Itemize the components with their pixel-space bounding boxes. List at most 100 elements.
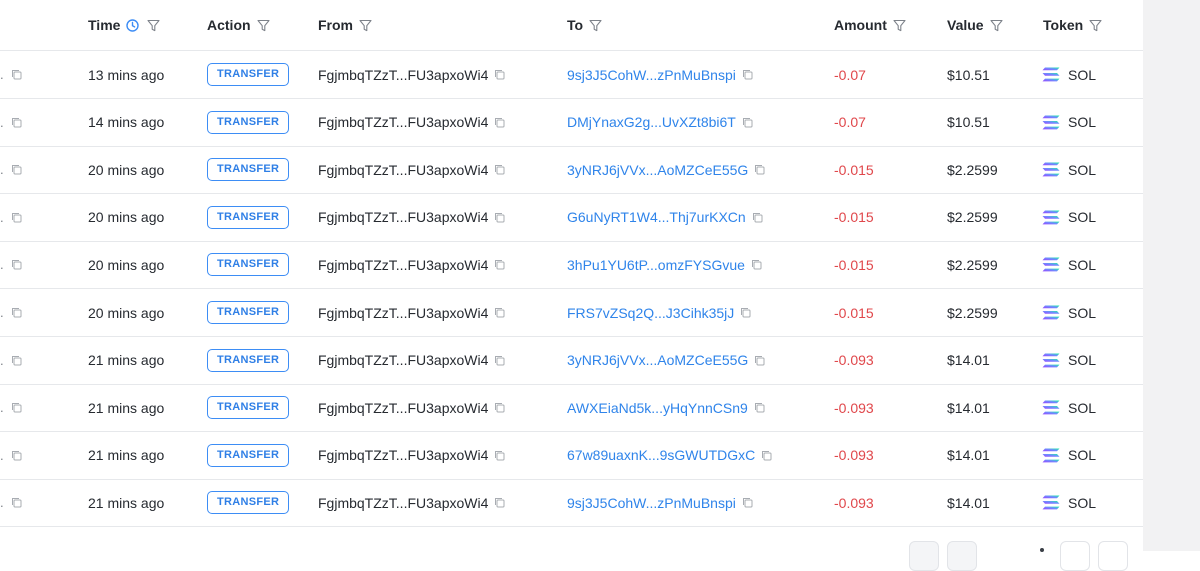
to-address-link[interactable]: 3yNRJ6jVVx...AoMZCeE55G [567, 162, 748, 178]
copy-icon[interactable] [11, 51, 22, 98]
token-cell[interactable]: SOL [1042, 241, 1096, 288]
to-address-link[interactable]: 3hPu1YU6tP...omzFYSGvue [567, 257, 745, 273]
copy-icon[interactable] [754, 355, 765, 366]
column-amount-label: Amount [834, 17, 887, 33]
copy-icon[interactable] [742, 117, 753, 128]
copy-icon[interactable] [494, 402, 505, 413]
token-cell[interactable]: SOL [1042, 337, 1096, 384]
copy-icon[interactable] [11, 479, 22, 526]
copy-icon[interactable] [494, 259, 505, 270]
filter-icon[interactable] [589, 19, 602, 32]
copy-icon[interactable] [494, 450, 505, 461]
copy-icon[interactable] [494, 212, 505, 223]
copy-icon[interactable] [11, 289, 22, 336]
hash-truncated: . [0, 257, 4, 273]
table-row[interactable]: . 14 mins ago TRANSFER FgjmbqTZzT...FU3apxo… [0, 99, 1143, 147]
column-token: Token [1043, 0, 1102, 50]
table-row[interactable]: . 21 mins ago TRANSFER FgjmbqTZzT...FU3apxo… [0, 479, 1143, 528]
token-cell[interactable]: SOL [1042, 51, 1096, 98]
copy-icon[interactable] [754, 164, 765, 175]
table-row[interactable]: . 20 mins ago TRANSFER FgjmbqTZzT...FU3apxo… [0, 241, 1143, 290]
token-cell[interactable]: SOL [1042, 194, 1096, 241]
to-address-link[interactable]: 3yNRJ6jVVx...AoMZCeE55G [567, 352, 748, 368]
time-cell: 20 mins ago [88, 304, 165, 321]
table-row[interactable]: . 20 mins ago TRANSFER FgjmbqTZzT...FU3apxo… [0, 194, 1143, 242]
to-address-link[interactable]: 67w89uaxnK...9sGWUTDGxC [567, 447, 755, 463]
copy-icon[interactable] [751, 259, 762, 270]
clock-icon[interactable] [126, 18, 140, 32]
pagination-first-button[interactable] [909, 541, 939, 571]
filter-icon[interactable] [1089, 19, 1102, 32]
to-address-link[interactable]: G6uNyRT1W4...Thj7urKXCn [567, 209, 746, 225]
from-cell: FgjmbqTZzT...FU3apxoWi4 [318, 384, 505, 431]
from-address[interactable]: FgjmbqTZzT...FU3apxoWi4 [318, 305, 488, 321]
to-address-link[interactable]: AWXEiaNd5k...yHqYnnCSn9 [567, 400, 748, 416]
from-address[interactable]: FgjmbqTZzT...FU3apxoWi4 [318, 352, 488, 368]
from-address[interactable]: FgjmbqTZzT...FU3apxoWi4 [318, 209, 488, 225]
from-address[interactable]: FgjmbqTZzT...FU3apxoWi4 [318, 495, 488, 511]
token-cell[interactable]: SOL [1042, 432, 1096, 479]
copy-icon[interactable] [752, 212, 763, 223]
copy-icon[interactable] [11, 384, 22, 431]
to-address-link[interactable]: 9sj3J5CohW...zPnMuBnspi [567, 495, 736, 511]
to-cell: FRS7vZSq2Q...J3Cihk35jJ [567, 289, 751, 336]
table-row[interactable]: . 21 mins ago TRANSFER FgjmbqTZzT...FU3apxo… [0, 384, 1143, 433]
from-address[interactable]: FgjmbqTZzT...FU3apxoWi4 [318, 400, 488, 416]
amount-cell: -0.093 [834, 352, 874, 369]
copy-icon[interactable] [494, 355, 505, 366]
token-cell[interactable]: SOL [1042, 479, 1096, 526]
table-row[interactable]: . 20 mins ago TRANSFER FgjmbqTZzT...FU3apxo… [0, 146, 1143, 195]
to-address-link[interactable]: DMjYnaxG2g...UvXZt8bi6T [567, 114, 736, 130]
copy-icon[interactable] [11, 146, 22, 193]
amount-cell: -0.07 [834, 66, 866, 83]
copy-icon[interactable] [740, 307, 751, 318]
to-address-link[interactable]: FRS7vZSq2Q...J3Cihk35jJ [567, 305, 734, 321]
scrollbar-track[interactable] [1143, 0, 1200, 551]
filter-icon[interactable] [990, 19, 1003, 32]
copy-icon[interactable] [494, 497, 505, 508]
table-row[interactable]: . 21 mins ago TRANSFER FgjmbqTZzT...FU3apxo… [0, 337, 1143, 385]
solana-icon [1042, 257, 1060, 272]
copy-icon[interactable] [11, 337, 22, 384]
from-cell: FgjmbqTZzT...FU3apxoWi4 [318, 194, 505, 241]
table-row[interactable]: . 20 mins ago TRANSFER FgjmbqTZzT...FU3apxo… [0, 289, 1143, 337]
token-cell[interactable]: SOL [1042, 384, 1096, 431]
column-action-label: Action [207, 17, 251, 33]
from-address[interactable]: FgjmbqTZzT...FU3apxoWi4 [318, 447, 488, 463]
copy-icon[interactable] [494, 117, 505, 128]
table-row[interactable]: . 13 mins ago TRANSFER FgjmbqTZzT...FU3apxo… [0, 51, 1143, 99]
filter-icon[interactable] [359, 19, 372, 32]
copy-icon[interactable] [11, 194, 22, 241]
copy-icon[interactable] [742, 69, 753, 80]
pagination-prev-button[interactable] [947, 541, 977, 571]
copy-icon[interactable] [11, 99, 22, 146]
copy-icon[interactable] [494, 164, 505, 175]
token-cell[interactable]: SOL [1042, 99, 1096, 146]
copy-icon[interactable] [761, 450, 772, 461]
filter-icon[interactable] [147, 19, 160, 32]
pagination-next-button[interactable] [1060, 541, 1090, 571]
column-amount: Amount [834, 0, 906, 50]
token-cell[interactable]: SOL [1042, 289, 1096, 336]
copy-icon[interactable] [11, 432, 22, 479]
from-address[interactable]: FgjmbqTZzT...FU3apxoWi4 [318, 257, 488, 273]
time-cell: 21 mins ago [88, 352, 165, 369]
copy-icon[interactable] [494, 69, 505, 80]
hash-truncated: . [0, 114, 4, 130]
from-address[interactable]: FgjmbqTZzT...FU3apxoWi4 [318, 67, 488, 83]
hash-truncated: . [0, 447, 4, 463]
from-address[interactable]: FgjmbqTZzT...FU3apxoWi4 [318, 162, 488, 178]
filter-icon[interactable] [893, 19, 906, 32]
pagination-last-button[interactable] [1098, 541, 1128, 571]
copy-icon[interactable] [742, 497, 753, 508]
to-address-link[interactable]: 9sj3J5CohW...zPnMuBnspi [567, 67, 736, 83]
table-row[interactable]: . 21 mins ago TRANSFER FgjmbqTZzT...FU3apxo… [0, 432, 1143, 480]
filter-icon[interactable] [257, 19, 270, 32]
copy-icon[interactable] [11, 241, 22, 288]
hash-truncated: . [0, 67, 4, 82]
hash-truncated: . [0, 209, 4, 225]
copy-icon[interactable] [754, 402, 765, 413]
from-address[interactable]: FgjmbqTZzT...FU3apxoWi4 [318, 114, 488, 130]
token-cell[interactable]: SOL [1042, 146, 1096, 193]
copy-icon[interactable] [494, 307, 505, 318]
